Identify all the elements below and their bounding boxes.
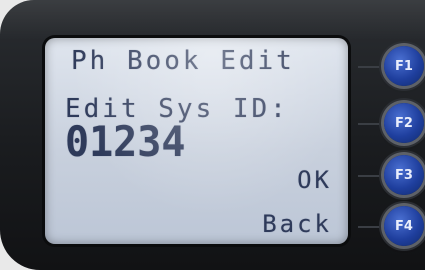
- lcd-display: Ph Book Edit Edit Sys ID: 01234 OK Back: [45, 38, 348, 244]
- radio-device: Ph Book Edit Edit Sys ID: 01234 OK Back …: [0, 0, 425, 270]
- f4-divider: [358, 226, 384, 228]
- ok-soft-label: OK: [297, 166, 332, 194]
- f4-label: F4: [395, 218, 413, 234]
- f1-button[interactable]: F1: [384, 46, 424, 86]
- f1-label: F1: [395, 58, 413, 74]
- screen-title: Ph Book Edit: [71, 46, 295, 76]
- f2-button[interactable]: F2: [384, 103, 424, 143]
- sys-id-field[interactable]: 01234: [65, 118, 185, 166]
- back-soft-label: Back: [262, 210, 332, 238]
- function-key-column: F1 F2 F3 F4: [358, 30, 425, 260]
- f3-button[interactable]: F3: [384, 155, 424, 195]
- f4-button[interactable]: F4: [384, 206, 424, 246]
- f3-label: F3: [395, 167, 413, 183]
- f1-divider: [358, 66, 384, 68]
- f3-divider: [358, 175, 384, 177]
- f2-label: F2: [395, 115, 413, 131]
- f2-divider: [358, 123, 384, 125]
